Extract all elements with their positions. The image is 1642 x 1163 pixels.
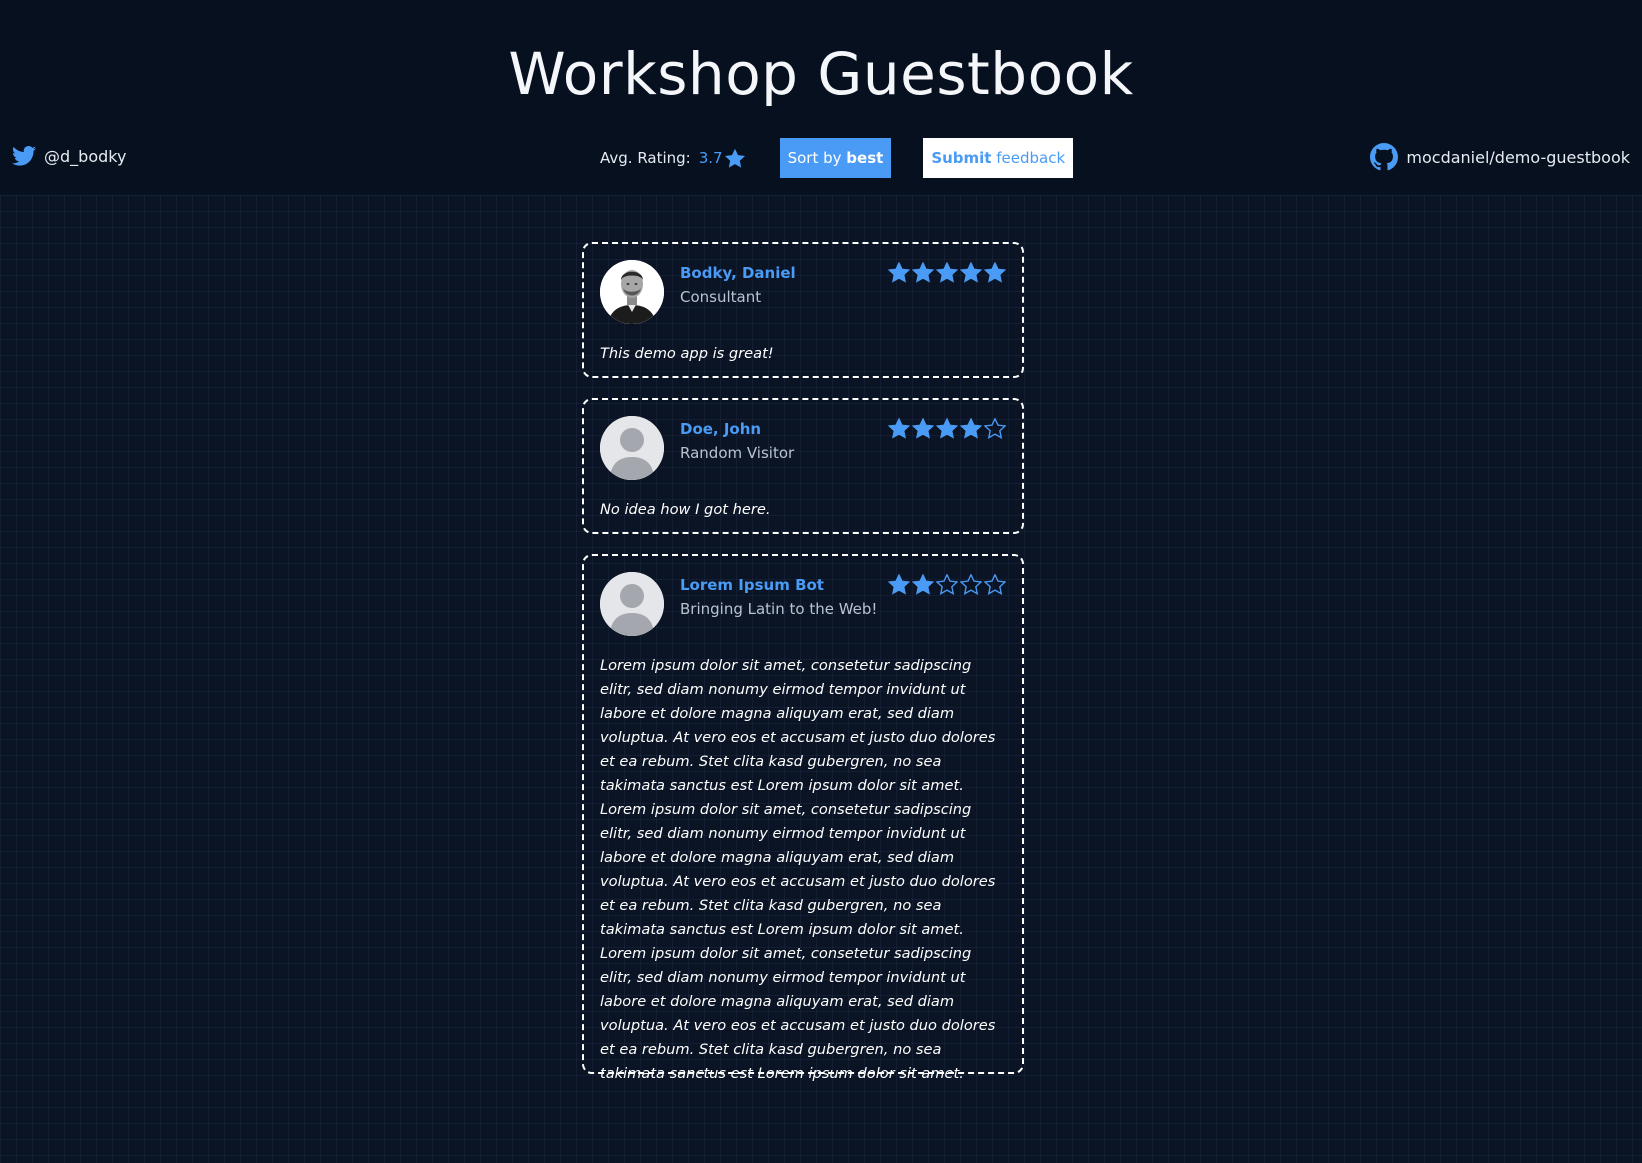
entry-role: Consultant <box>680 288 762 306</box>
entry-name: Bodky, Daniel <box>680 264 796 282</box>
average-rating-value: 3.7 <box>698 149 723 167</box>
twitter-handle: @d_bodky <box>44 146 127 166</box>
entry-role: Bringing Latin to the Web! <box>680 600 878 618</box>
guestbook-entry: Doe, John Random Visitor No idea how I g… <box>582 398 1024 534</box>
twitter-link[interactable]: @d_bodky <box>12 146 126 166</box>
page-title: Workshop Guestbook <box>508 40 1134 108</box>
entry-comment: No idea how I got here. <box>600 501 771 518</box>
submit-button-rest: feedback <box>996 149 1066 167</box>
guestbook-list: Bodky, Daniel Consultant This demo app i… <box>0 195 1642 1163</box>
entry-role: Random Visitor <box>680 444 795 462</box>
star-filled-icon <box>724 148 745 168</box>
star-rating <box>886 262 1006 283</box>
page-header: Workshop Guestbook @d_bodky Avg. Rating:… <box>0 0 1642 195</box>
submit-feedback-button[interactable]: Submit feedback <box>923 138 1074 178</box>
star-filled-icon <box>888 574 910 595</box>
github-link[interactable]: mocdaniel/demo-guestbook <box>1370 143 1630 171</box>
star-filled-icon <box>984 262 1006 283</box>
avatar <box>600 416 664 480</box>
guestbook-entry: Lorem Ipsum Bot Bringing Latin to the We… <box>582 554 1024 1082</box>
star-rating <box>886 418 1006 439</box>
github-icon <box>1370 143 1399 171</box>
submit-button-bold: Submit <box>931 149 992 167</box>
star-filled-icon <box>888 418 910 439</box>
twitter-icon <box>12 146 36 166</box>
star-filled-icon <box>936 418 958 439</box>
star-filled-icon <box>960 418 982 439</box>
star-filled-icon <box>912 262 934 283</box>
star-empty-icon <box>936 574 958 595</box>
star-empty-icon <box>984 574 1006 595</box>
star-filled-icon <box>912 418 934 439</box>
star-filled-icon <box>888 262 910 283</box>
person-placeholder-icon <box>600 416 664 480</box>
star-filled-icon <box>912 574 934 595</box>
entry-name: Doe, John <box>680 420 762 438</box>
person-placeholder-icon <box>600 572 664 636</box>
avatar <box>600 572 664 636</box>
average-rating: Avg. Rating: 3.7 <box>600 148 746 169</box>
star-filled-icon <box>936 262 958 283</box>
center-tools: Avg. Rating: 3.7 Sort by best Submit fee… <box>600 138 1074 178</box>
star-empty-icon <box>960 574 982 595</box>
entry-comment: Lorem ipsum dolor sit amet, consetetur s… <box>600 657 996 1082</box>
person-photo-icon <box>600 260 664 324</box>
average-rating-label: Avg. Rating: <box>600 149 691 167</box>
github-repo-name: mocdaniel/demo-guestbook <box>1406 147 1630 167</box>
sort-button-mode: best <box>846 149 884 167</box>
star-rating <box>886 574 1006 595</box>
star-filled-icon <box>960 262 982 283</box>
entry-name: Lorem Ipsum Bot <box>680 576 824 594</box>
sort-button-prefix: Sort by <box>787 149 842 167</box>
star-empty-icon <box>984 418 1006 439</box>
entry-comment: This demo app is great! <box>600 345 774 362</box>
sort-button[interactable]: Sort by best <box>779 138 892 178</box>
toolbar: @d_bodky Avg. Rating: 3.7 Sort by best S… <box>0 138 1642 178</box>
avatar <box>600 260 664 324</box>
guestbook-entry: Bodky, Daniel Consultant This demo app i… <box>582 242 1024 378</box>
